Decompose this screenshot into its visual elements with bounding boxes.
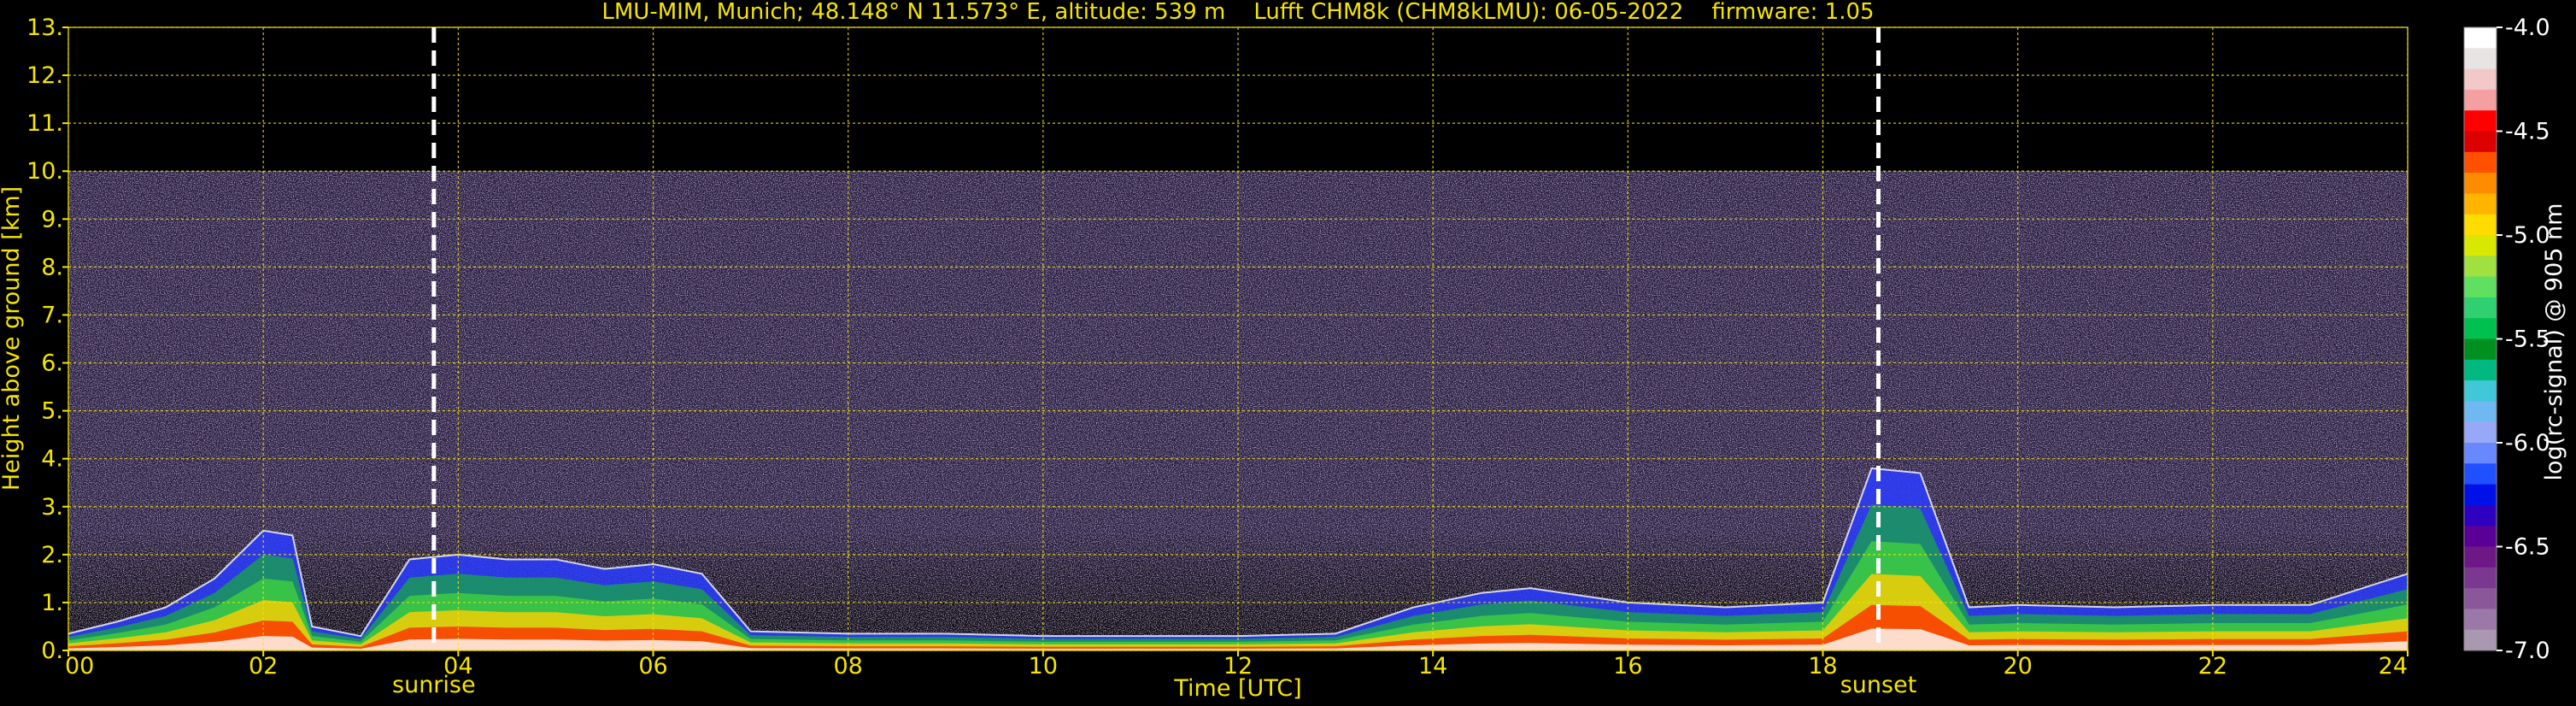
x-tick-label: 24 xyxy=(2379,653,2408,680)
colorbar-label: log(rc-signal) @ 905 nm xyxy=(2541,203,2567,481)
colorbar-segment xyxy=(2464,214,2497,236)
colorbar-segment xyxy=(2464,359,2497,381)
x-tick-label: 22 xyxy=(2198,653,2227,680)
colorbar-segment xyxy=(2464,567,2497,589)
colorbar-tick-label: -6.5 xyxy=(2505,534,2550,561)
y-tick-label: 2. xyxy=(41,542,63,568)
colorbar-segment xyxy=(2464,526,2497,547)
x-tick-label: 06 xyxy=(638,653,667,680)
colorbar-segment xyxy=(2464,276,2497,298)
colorbar-segment xyxy=(2464,546,2497,568)
y-axis-label: Height above ground [km] xyxy=(0,186,25,491)
colorbar-segment xyxy=(2464,318,2497,339)
y-tick-label: 5. xyxy=(41,398,63,425)
colorbar-segment xyxy=(2464,588,2497,609)
x-tick-label: 18 xyxy=(1808,653,1837,680)
y-tick-label: 7. xyxy=(41,302,63,328)
colorbar-segment xyxy=(2464,48,2497,70)
colorbar-segment xyxy=(2464,68,2497,91)
marker-label: sunset xyxy=(1840,672,1917,698)
y-tick-label: 0. xyxy=(41,638,63,664)
colorbar-segment xyxy=(2464,131,2497,153)
colorbar: -4.0-4.5-5.0-5.5-6.0-6.5-7.0 xyxy=(2463,15,2550,664)
colorbar-segment xyxy=(2464,256,2497,278)
y-tick-label: 13. xyxy=(26,15,63,41)
colorbar-segment xyxy=(2464,297,2497,319)
colorbar-segment xyxy=(2464,421,2497,444)
colorbar-segment xyxy=(2464,484,2497,506)
colorbar-segment xyxy=(2464,609,2497,631)
colorbar-segment xyxy=(2464,401,2497,423)
colorbar-segment xyxy=(2464,193,2497,215)
x-tick-label: 00 xyxy=(65,653,94,680)
x-tick-label: 14 xyxy=(1418,653,1447,680)
x-axis-label: Time [UTC] xyxy=(1173,675,1301,702)
colorbar-segment xyxy=(2464,151,2497,174)
y-tick-label: 10. xyxy=(26,158,63,185)
y-tick-label: 6. xyxy=(41,350,63,377)
colorbar-segment xyxy=(2464,380,2497,402)
x-tick-label: 02 xyxy=(249,653,278,680)
colorbar-segment xyxy=(2464,110,2497,132)
x-tick-label: 16 xyxy=(1613,653,1642,680)
y-tick-label: 9. xyxy=(41,206,63,232)
colorbar-segment xyxy=(2464,463,2497,485)
x-tick-label: 20 xyxy=(2003,653,2032,680)
x-tick-label: 08 xyxy=(833,653,862,680)
y-tick-label: 12. xyxy=(26,62,63,89)
colorbar-segment xyxy=(2464,173,2497,194)
colorbar-segment xyxy=(2464,338,2497,361)
colorbar-segment xyxy=(2464,629,2497,651)
y-tick-label: 3. xyxy=(41,494,63,521)
y-tick-label: 11. xyxy=(26,110,63,137)
colorbar-segment xyxy=(2464,235,2497,256)
y-tick-label: 1. xyxy=(41,590,63,616)
y-tick-label: 4. xyxy=(41,446,63,473)
y-tick-label: 8. xyxy=(41,254,63,280)
lidar-chart: sunrise sunset 00 02 04 06 08 10 12 14 16 18 20 22 24… xyxy=(0,0,2567,702)
y-axis-ticks: 0. 1. 2. 3. 4. 5. 6. 7. 8. 9. 10. 11. 12. 13. xyxy=(26,15,68,664)
colorbar-tick-label: -7.0 xyxy=(2505,638,2550,664)
x-tick-label: 04 xyxy=(443,653,472,680)
colorbar-tick-label: -4.5 xyxy=(2505,119,2550,145)
colorbar-segment xyxy=(2464,27,2497,49)
colorbar-segment xyxy=(2464,504,2497,527)
x-tick-label: 10 xyxy=(1029,653,1058,680)
colorbar-segment xyxy=(2464,89,2497,111)
colorbar-segment xyxy=(2464,443,2497,464)
chart-title: LMU-MIM, Munich; 48.148° N 11.573° E, al… xyxy=(601,0,1874,25)
colorbar-tick-label: -4.0 xyxy=(2505,15,2550,41)
